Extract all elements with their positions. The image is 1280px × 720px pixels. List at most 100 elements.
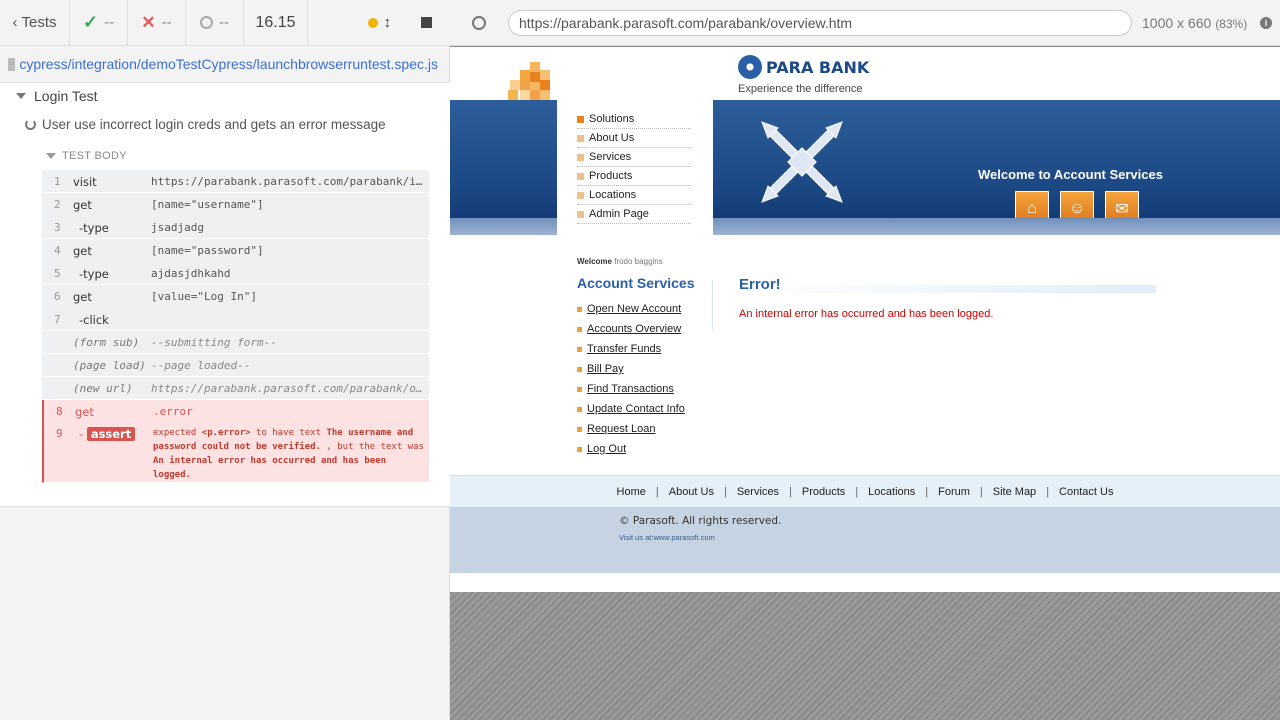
viewport-background (450, 592, 1280, 720)
link-log-out[interactable]: Log Out (577, 439, 685, 459)
account-services-list: Open New Account Accounts Overview Trans… (577, 299, 685, 459)
runner-header: ‹ Tests ✓ -- ✕ -- -- 16.15 ↕ (0, 0, 450, 46)
info-icon[interactable]: i (1260, 17, 1272, 29)
command-row-event[interactable]: (new url) https://parabank.parasoft.com/… (42, 377, 429, 400)
assert-row-failed[interactable]: 9 - assert expected <p.error> to have te… (42, 422, 429, 483)
nav-admin-page[interactable]: Admin Page (577, 205, 691, 224)
command-row-event[interactable]: (form sub) --submitting form-- (42, 331, 429, 354)
link-find-transactions[interactable]: Find Transactions (577, 379, 685, 399)
account-services-title: Account Services (577, 275, 695, 291)
welcome-user: Welcome frodo baggins (577, 257, 663, 266)
footer-link-contact-us[interactable]: Contact Us (1049, 486, 1123, 498)
assert-badge: assert (86, 427, 136, 441)
nav-locations[interactable]: Locations (577, 186, 691, 205)
viewport-size: 1000 x 660 (83%) (1142, 15, 1248, 31)
footer-link-site-map[interactable]: Site Map (983, 486, 1046, 498)
divider (712, 280, 713, 330)
spec-path[interactable]: cypress/integration/demoTestCypress/laun… (8, 52, 438, 76)
link-transfer-funds[interactable]: Transfer Funds (577, 339, 685, 359)
duration: 16.15 (244, 0, 308, 46)
command-row[interactable]: 2 get [name="username"] (42, 193, 429, 216)
bullet-icon (577, 386, 582, 392)
copyright-band: © Parasoft. All rights reserved. Visit u… (450, 507, 1280, 573)
pending-count: -- (186, 0, 244, 46)
crosshair-icon[interactable] (472, 16, 486, 30)
footer-link-forum[interactable]: Forum (928, 486, 980, 498)
assert-message: expected <p.error> to have text The user… (153, 428, 424, 480)
link-request-loan[interactable]: Request Loan (577, 419, 685, 439)
file-icon (8, 57, 16, 71)
assert-label: - assert (79, 427, 136, 441)
browser-preview: https://parabank.parasoft.com/parabank/o… (450, 0, 1280, 720)
error-title: Error! (739, 276, 781, 293)
nav-solutions[interactable]: Solutions (577, 110, 691, 129)
nav-products[interactable]: Products (577, 167, 691, 186)
footer-link-about-us[interactable]: About Us (659, 486, 724, 498)
bullet-icon (577, 191, 584, 199)
house-icon: ⌂ (1027, 200, 1037, 217)
bullet-icon (577, 210, 584, 218)
auto-scroll-toggle[interactable]: ↕ (367, 14, 391, 31)
command-row[interactable]: 5 -type ajdasjdhkahd (42, 262, 429, 285)
link-update-contact-info[interactable]: Update Contact Info (577, 399, 685, 419)
tagline: Experience the difference (738, 83, 863, 95)
command-log: 1 visit https://parabank.parasoft.com/pa… (42, 170, 429, 483)
reporter: Login Test User use incorrect login cred… (0, 82, 450, 507)
top-nav: Solutions About Us Services Products Loc… (557, 100, 713, 240)
check-icon: ✓ (82, 12, 99, 32)
footer-nav: Home | About Us | Services | Products | Loca… (450, 475, 1280, 507)
url-bar: https://parabank.parasoft.com/parabank/o… (450, 0, 1280, 46)
test-title[interactable]: User use incorrect login creds and gets … (25, 117, 386, 132)
bullet-icon (577, 134, 584, 142)
app-under-test: PARA BANK Experience the difference Welc… (450, 47, 1280, 592)
caret-down-icon (16, 93, 26, 99)
url-input[interactable]: https://parabank.parasoft.com/parabank/o… (508, 10, 1132, 36)
chevron-left-icon: ‹ (12, 14, 18, 31)
footer-link-services[interactable]: Services (727, 486, 789, 498)
link-open-new-account[interactable]: Open New Account (577, 299, 685, 319)
footer-link-home[interactable]: Home (607, 486, 656, 498)
refresh-icon (25, 119, 36, 130)
bullet-icon (577, 326, 582, 332)
tests-label: Tests (21, 14, 57, 31)
arrows-emblem-icon (761, 121, 843, 203)
error-message: An internal error has occurred and has b… (739, 308, 994, 320)
visit-link[interactable]: Visit us at:www.parasoft.com (619, 533, 715, 542)
command-row[interactable]: 3 -type jsadjadg (42, 216, 429, 239)
bullet-icon (577, 153, 584, 161)
bullet-icon (577, 406, 582, 412)
runner-controls: ↕ (308, 0, 450, 46)
link-accounts-overview[interactable]: Accounts Overview (577, 319, 685, 339)
parasoft-logo-blocks (508, 62, 558, 100)
command-row[interactable]: 7 -click (42, 308, 429, 331)
bullet-icon (577, 115, 584, 123)
link-bill-pay[interactable]: Bill Pay (577, 359, 685, 379)
parabank-logo[interactable]: PARA BANK (738, 55, 869, 79)
nav-services[interactable]: Services (577, 148, 691, 167)
test-body-toggle[interactable]: TEST BODY (46, 150, 127, 162)
bullet-icon (577, 446, 582, 452)
command-row[interactable]: 4 get [name="password"] (42, 239, 429, 262)
caret-down-icon (46, 153, 56, 159)
nav-about-us[interactable]: About Us (577, 129, 691, 148)
footer-link-products[interactable]: Products (792, 486, 855, 498)
people-icon: ☺ (1068, 200, 1086, 217)
command-row[interactable]: 6 get [value="Log In"] (42, 285, 429, 308)
bullet-icon (577, 366, 582, 372)
suite-title[interactable]: Login Test (16, 88, 98, 104)
bullet-icon (577, 172, 584, 180)
command-row-event[interactable]: (page load) --page loaded-- (42, 354, 429, 377)
copyright: © Parasoft. All rights reserved. (619, 515, 782, 527)
x-icon: ✕ (141, 12, 156, 32)
bullet-icon (577, 346, 582, 352)
stop-icon[interactable] (421, 17, 432, 28)
cypress-runner-panel: ‹ Tests ✓ -- ✕ -- -- 16.15 ↕ cypress/int… (0, 0, 450, 720)
tests-back-button[interactable]: ‹ Tests (0, 0, 70, 46)
footer-link-locations[interactable]: Locations (858, 486, 925, 498)
circle-icon (200, 16, 213, 29)
dot-icon (367, 17, 378, 28)
command-row-failed[interactable]: 8 get .error (42, 400, 429, 422)
command-row[interactable]: 1 visit https://parabank.parasoft.com/pa… (42, 170, 429, 193)
spec-path-link[interactable]: cypress/integration/demoTestCypress/laun… (19, 56, 438, 72)
error-title-bar (739, 285, 1156, 293)
